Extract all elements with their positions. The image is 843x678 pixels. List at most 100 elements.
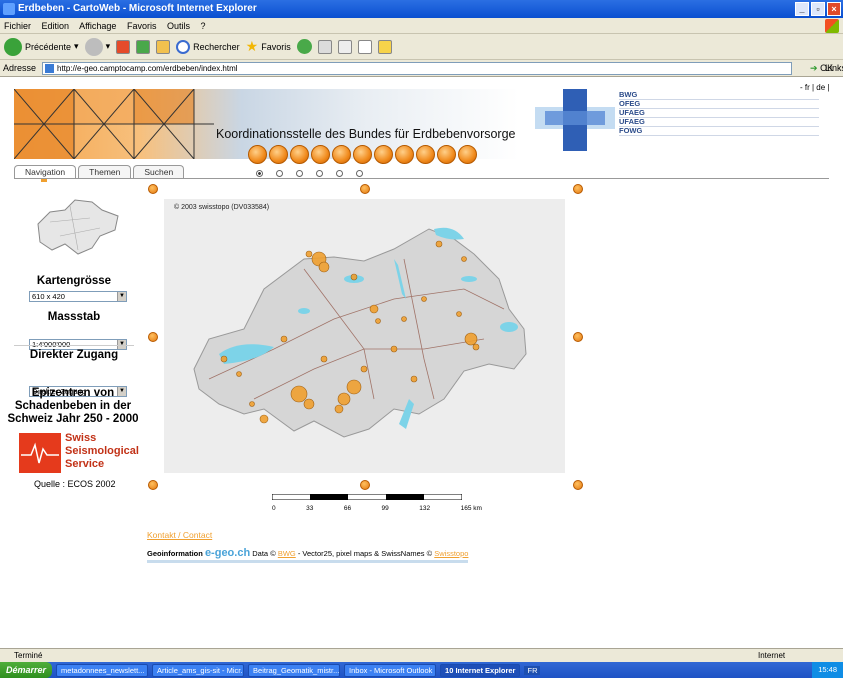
back-arrow-icon (4, 37, 22, 56)
task-beitrag[interactable]: Beitrag_Geomatik_mistr... (248, 663, 341, 677)
address-label: Adresse (3, 63, 37, 73)
view-tool[interactable] (374, 145, 393, 164)
task-metadonnees[interactable]: metadonnees_newslett... (56, 663, 149, 677)
map-size-label: Kartengrösse (36, 275, 112, 287)
system-tray: 15:48 (812, 662, 843, 678)
vector-credit-text: - Vector25, pixel maps & SwissNames © (297, 549, 433, 558)
favorites-button[interactable]: ★ Favoris (246, 38, 291, 55)
window-title: Erdbeben - CartoWeb - Microsoft Internet… (18, 3, 257, 14)
web-page: Koordinationsstelle des Bundes für Erdbe… (0, 77, 843, 648)
scale-tick-66: 66 (343, 505, 352, 512)
refresh-icon[interactable] (136, 39, 151, 54)
taskbar: Démarrer metadonnees_newslett... Article… (0, 662, 843, 678)
measure-area-tool[interactable] (353, 145, 372, 164)
back-button[interactable]: Précédente ▾ (4, 37, 79, 56)
map-size-select[interactable]: 610 x 420 ▼ (29, 291, 127, 302)
swisstopo-link[interactable]: Swisstopo (434, 549, 468, 558)
security-zone: Internet (758, 651, 786, 660)
tab-themen[interactable]: Themen (78, 165, 132, 179)
agency-ufaeg: UFAEG (619, 109, 819, 118)
close-button[interactable]: × (827, 2, 841, 16)
language-switcher[interactable]: - fr | de | (800, 83, 830, 92)
address-url: http://e-geo.camptocamp.com/erdbeben/ind… (57, 64, 238, 73)
print-tool[interactable] (395, 145, 414, 164)
folder-icon[interactable] (377, 39, 392, 54)
agency-bwg: BWG (619, 91, 819, 100)
status-text: Terminé (14, 651, 43, 660)
links-button[interactable]: Links (825, 60, 843, 77)
tool-radio-2[interactable] (276, 170, 283, 177)
minimize-button[interactable]: _ (795, 2, 809, 16)
back-label: Précédente (25, 41, 72, 52)
data-credit-text: Data © (252, 549, 276, 558)
tool-radio-1[interactable] (256, 170, 263, 177)
measure-distance-tool[interactable] (332, 145, 351, 164)
history-icon[interactable] (296, 39, 312, 54)
restore-button[interactable]: ▫ (811, 2, 825, 16)
sso-logo-icon (19, 433, 61, 473)
sso-logo-text: Swiss Seismological Service (65, 432, 139, 471)
tab-suchen[interactable]: Suchen (133, 165, 185, 179)
pan-northwest-icon[interactable] (148, 184, 158, 194)
e-geo-logo[interactable]: e-geo.ch (205, 547, 250, 559)
geoinformation-label: Geoinformation (147, 549, 203, 558)
scale-tick-0: 0 (272, 505, 276, 512)
menu-favorites[interactable]: Favoris (127, 21, 157, 31)
tool-radio-5[interactable] (336, 170, 343, 177)
pan-north-icon[interactable] (360, 184, 370, 194)
pan-hand-tool[interactable] (290, 145, 309, 164)
zoom-out-tool[interactable] (269, 145, 288, 164)
map-toolbar (248, 145, 477, 164)
print-icon[interactable] (337, 39, 352, 54)
menu-edit[interactable]: Edition (42, 21, 70, 31)
refresh-map-tool[interactable] (458, 145, 477, 164)
contact-link[interactable]: Kontakt / Contact (147, 530, 212, 540)
clock[interactable]: 15:48 (818, 665, 837, 674)
active-tab-indicator (41, 179, 47, 182)
start-button[interactable]: Démarrer (0, 662, 53, 678)
pan-southeast-icon[interactable] (573, 480, 583, 490)
menu-help[interactable]: ? (201, 21, 206, 31)
pan-west-icon[interactable] (148, 332, 158, 342)
pan-south-icon[interactable] (360, 480, 370, 490)
stop-icon[interactable] (116, 39, 131, 54)
agency-list: BWG OFEG UFAEG UFAEG FOWG (619, 91, 819, 136)
agency-ufaeg-2: UFAEG (619, 118, 819, 127)
windows-logo-icon (825, 19, 839, 33)
agency-ofeg: OFEG (619, 100, 819, 109)
source-text: Quelle : ECOS 2002 (34, 479, 116, 489)
zoom-in-tool[interactable] (248, 145, 267, 164)
info-tool[interactable] (311, 145, 330, 164)
menu-file[interactable]: Fichier (4, 21, 31, 31)
task-outlook[interactable]: Inbox - Microsoft Outlook (344, 663, 437, 677)
pan-northeast-icon[interactable] (573, 184, 583, 194)
search-button[interactable]: Rechercher (176, 39, 240, 54)
map-canvas[interactable] (164, 199, 565, 473)
help-tool[interactable] (416, 145, 435, 164)
menu-view[interactable]: Affichage (79, 21, 116, 31)
menu-tools[interactable]: Outils (167, 21, 190, 31)
bwg-link[interactable]: BWG (278, 549, 296, 558)
tab-navigation[interactable]: Navigation (14, 165, 77, 179)
pan-southwest-icon[interactable] (148, 480, 158, 490)
mail-icon[interactable] (317, 39, 332, 54)
scale-tick-99: 99 (381, 505, 389, 512)
page-title: Koordinationsstelle des Bundes für Erdbe… (216, 127, 516, 141)
home-icon[interactable] (156, 39, 171, 54)
tool-radio-3[interactable] (296, 170, 303, 177)
tool-radio-6[interactable] (356, 170, 363, 177)
task-article[interactable]: Article_ams_gis-sit - Micr... (152, 663, 245, 677)
scale-bar: 0 33 66 99 132 165 km (271, 492, 482, 512)
language-indicator[interactable]: FR (524, 665, 541, 675)
tool-radio-4[interactable] (316, 170, 323, 177)
address-input[interactable]: http://e-geo.camptocamp.com/erdbeben/ind… (42, 62, 792, 75)
edit-icon[interactable] (357, 39, 372, 54)
reset-tool[interactable] (437, 145, 456, 164)
direct-access-label: Direkter Zugang (29, 349, 119, 361)
pan-east-icon[interactable] (573, 332, 583, 342)
overview-map[interactable] (30, 192, 125, 262)
task-internet-explorer[interactable]: 10 Internet Explorer (440, 663, 521, 677)
window-title-bar[interactable]: Erdbeben - CartoWeb - Microsoft Internet… (0, 0, 843, 18)
forward-button[interactable]: ▾ (84, 37, 110, 56)
sidebar-divider (14, 345, 134, 346)
